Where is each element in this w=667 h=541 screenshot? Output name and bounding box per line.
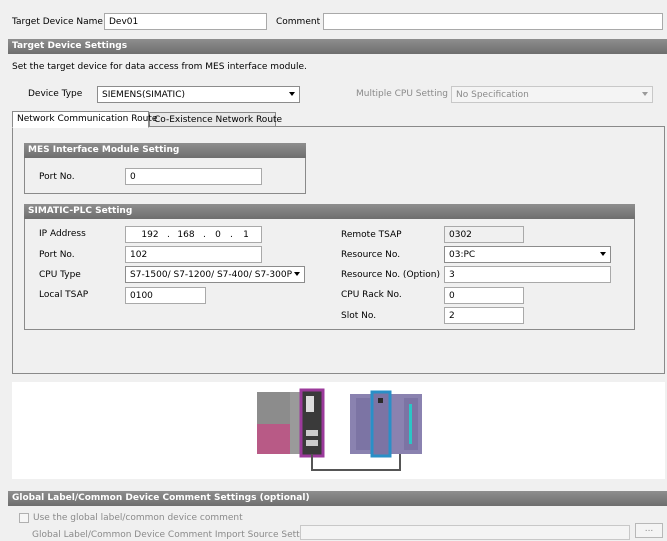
plc-port-label: Port No. <box>39 250 75 260</box>
resource-no-label: Resource No. <box>341 250 401 260</box>
target-device-name-label: Target Device Name <box>12 17 103 27</box>
mes-interface-header: MES Interface Module Setting <box>24 143 306 158</box>
diagram-plc-module <box>356 398 370 450</box>
ip-separator: . <box>167 230 170 240</box>
plc-port-input[interactable]: 102 <box>125 246 262 263</box>
diagram-mes-display <box>306 396 314 412</box>
tab-network-communication-route[interactable]: Network Communication Route <box>12 111 157 128</box>
resource-no-option-input[interactable]: 3 <box>444 266 611 283</box>
multiple-cpu-select[interactable]: No Specification <box>451 86 653 103</box>
ip-separator: . <box>203 230 206 240</box>
cpu-rack-input[interactable]: 0 <box>444 287 524 304</box>
slot-no-input[interactable]: 2 <box>444 307 524 324</box>
chevron-down-icon <box>289 92 295 96</box>
comment-input[interactable] <box>323 13 663 30</box>
ip-octet-1: 192 <box>141 230 159 240</box>
diagram-mes-port <box>306 440 318 446</box>
slot-no-label: Slot No. <box>341 311 377 321</box>
multiple-cpu-value: No Specification <box>456 90 529 100</box>
ip-separator: . <box>230 230 233 240</box>
import-source-input[interactable] <box>300 525 630 540</box>
diagram-icon <box>257 388 422 471</box>
ip-octet-4: 1 <box>243 230 249 240</box>
device-type-label: Device Type <box>28 89 83 99</box>
chevron-down-icon <box>642 92 648 96</box>
diagram-plc-indicator <box>409 404 412 444</box>
import-source-label: Global Label/Common Device Comment Impor… <box>32 530 314 540</box>
simatic-header: SIMATIC-PLC Setting <box>24 204 635 219</box>
multiple-cpu-label: Multiple CPU Setting <box>356 89 448 99</box>
ip-address-label: IP Address <box>39 229 86 239</box>
device-type-value: SIEMENS(SIMATIC) <box>102 90 185 100</box>
system-diagram <box>12 382 665 479</box>
target-device-settings-header: Target Device Settings <box>8 39 667 54</box>
global-label-header: Global Label/Common Device Comment Setti… <box>8 491 667 506</box>
cpu-type-select[interactable]: S7-1500/ S7-1200/ S7-400/ S7-300P <box>125 266 305 283</box>
diagram-mes-port <box>306 430 318 436</box>
comment-label: Comment <box>276 17 321 27</box>
resource-no-value: 03:PC <box>449 250 476 260</box>
chevron-down-icon <box>600 252 606 256</box>
description-text: Set the target device for data access fr… <box>12 62 307 72</box>
chevron-down-icon <box>294 272 300 276</box>
browse-button[interactable]: ... <box>635 523 663 538</box>
ip-octet-3: 0 <box>215 230 221 240</box>
cpu-type-label: CPU Type <box>39 270 81 280</box>
use-global-label-checkbox-label: Use the global label/common device comme… <box>33 513 243 523</box>
cpu-type-value: S7-1500/ S7-1200/ S7-400/ S7-300P <box>130 270 293 280</box>
diagram-plc-cpu-led <box>378 398 383 403</box>
cpu-rack-label: CPU Rack No. <box>341 290 402 300</box>
local-tsap-label: Local TSAP <box>39 290 89 300</box>
checkbox-icon[interactable] <box>19 513 29 523</box>
ip-address-input[interactable]: 192 . 168 . 0 . 1 <box>125 226 262 243</box>
device-type-select[interactable]: SIEMENS(SIMATIC) <box>97 86 300 103</box>
remote-tsap-input: 0302 <box>444 226 524 243</box>
target-device-name-input[interactable]: Dev01 <box>104 13 267 30</box>
ip-octet-2: 168 <box>177 230 195 240</box>
mes-port-label: Port No. <box>39 172 75 182</box>
remote-tsap-label: Remote TSAP <box>341 230 402 240</box>
resource-no-option-label: Resource No. (Option) <box>341 270 440 280</box>
resource-no-select[interactable]: 03:PC <box>444 246 611 263</box>
mes-port-input[interactable]: 0 <box>125 168 262 185</box>
local-tsap-input[interactable]: 0100 <box>125 287 206 304</box>
